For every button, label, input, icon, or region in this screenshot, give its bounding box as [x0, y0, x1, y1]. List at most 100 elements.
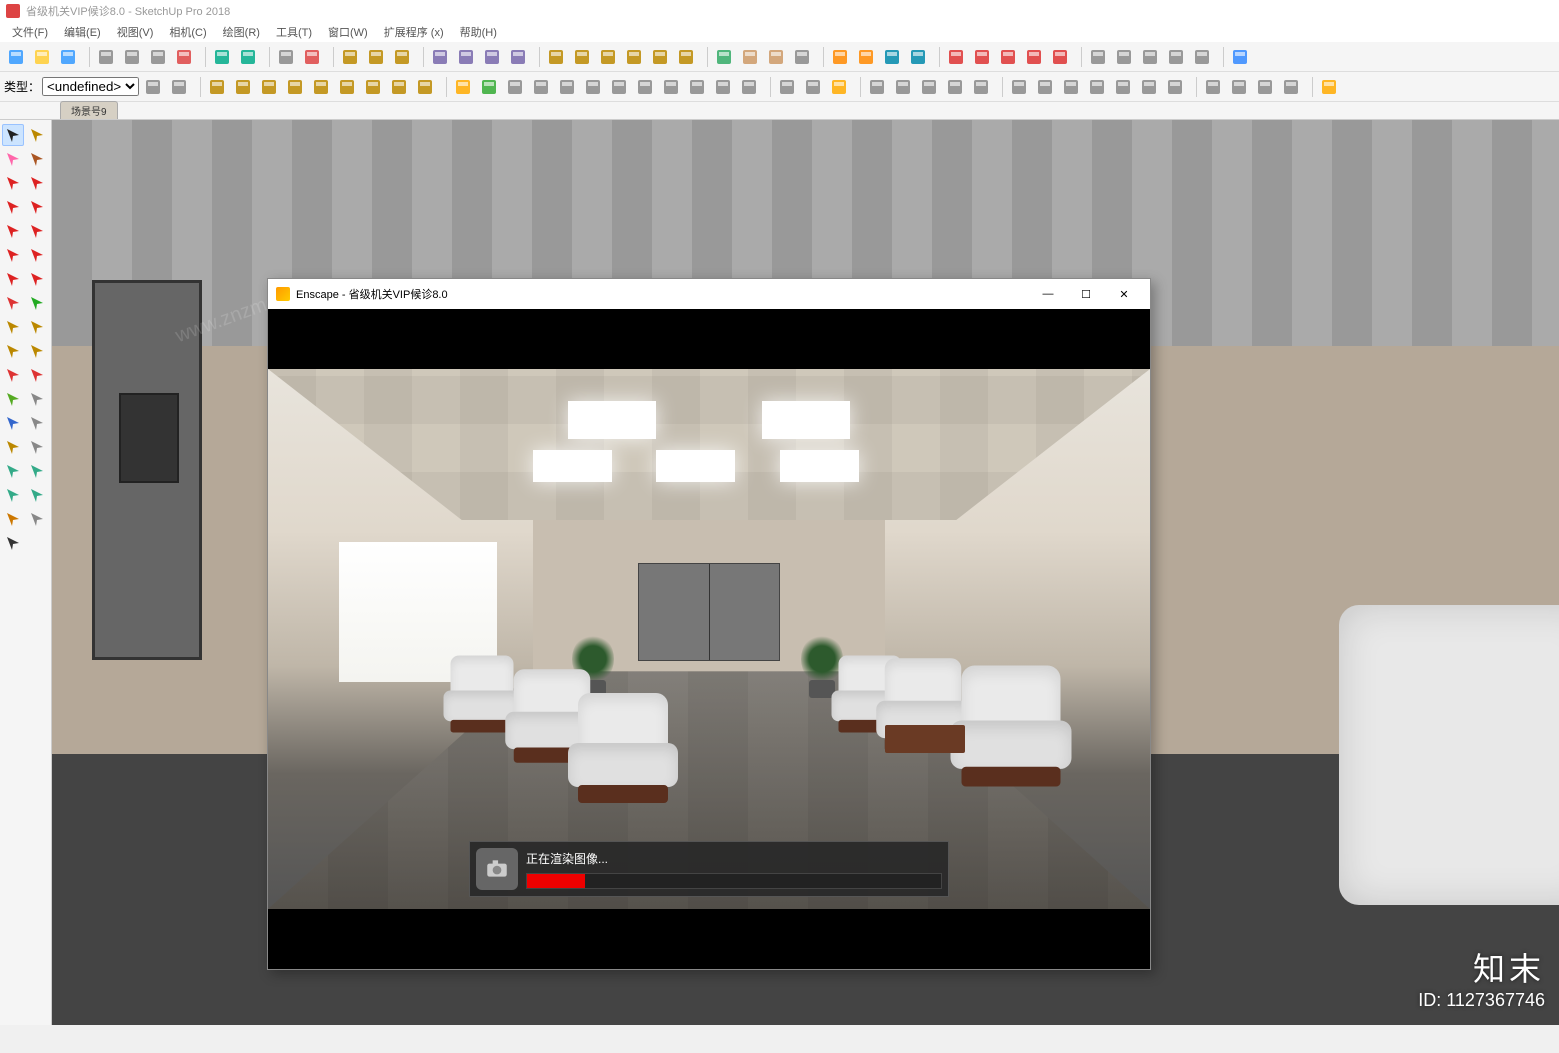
tb-v1[interactable]	[865, 75, 889, 99]
tb-cut[interactable]	[94, 45, 118, 69]
tool-push-pull[interactable]	[2, 316, 24, 338]
enscape-title-bar[interactable]: Enscape - 省级机关VIP候诊8.0 — ☐ ✕	[268, 279, 1150, 309]
tb-c1[interactable]	[828, 45, 852, 69]
tb-copy[interactable]	[120, 45, 144, 69]
enscape-viewport[interactable]: 正在渲染图像...	[268, 309, 1150, 969]
tb-s3[interactable]	[1059, 75, 1083, 99]
menu-绘图(R)[interactable]: 绘图(R)	[215, 22, 268, 42]
type-select[interactable]: <undefined>	[42, 77, 139, 96]
tb-house1[interactable]	[544, 45, 568, 69]
tb-logo[interactable]	[1228, 45, 1252, 69]
tool-polygon[interactable]	[26, 220, 48, 242]
tb-s7[interactable]	[1163, 75, 1187, 99]
menu-编辑(E)[interactable]: 编辑(E)	[56, 22, 109, 42]
menu-文件(F)[interactable]: 文件(F)	[4, 22, 56, 42]
tb-t-a[interactable]	[141, 75, 165, 99]
tool-freehand[interactable]	[26, 172, 48, 194]
menu-相机(C)[interactable]: 相机(C)	[161, 22, 214, 42]
tool-arc[interactable]	[2, 244, 24, 266]
tool-dimension[interactable]	[26, 412, 48, 434]
menu-窗口(W)[interactable]: 窗口(W)	[320, 22, 376, 42]
tb-g3[interactable]	[1253, 75, 1277, 99]
tool-stretch[interactable]	[26, 364, 48, 386]
tb-house2[interactable]	[570, 45, 594, 69]
tb-c2[interactable]	[854, 45, 878, 69]
tb-redo[interactable]	[236, 45, 260, 69]
tool-arc3[interactable]	[2, 268, 24, 290]
tb-comp2[interactable]	[454, 45, 478, 69]
tb-s4[interactable]	[1085, 75, 1109, 99]
tb-e1[interactable]	[451, 75, 475, 99]
menu-帮助(H)[interactable]: 帮助(H)	[452, 22, 505, 42]
tb-e5[interactable]	[555, 75, 579, 99]
tb-e2[interactable]	[477, 75, 501, 99]
tool-follow-me[interactable]	[26, 316, 48, 338]
tb-house5[interactable]	[648, 45, 672, 69]
tb-c5[interactable]	[944, 45, 968, 69]
tool-man[interactable]	[2, 508, 24, 530]
tb-print[interactable]	[274, 45, 298, 69]
tb-open[interactable]	[30, 45, 54, 69]
tb-c8[interactable]	[1022, 45, 1046, 69]
tb-s6[interactable]	[1137, 75, 1161, 99]
tb-cloud2[interactable]	[1112, 45, 1136, 69]
tb-house4[interactable]	[622, 45, 646, 69]
viewport[interactable]: 前部 www.znzmo.com www.znzmo.com Enscape -…	[52, 120, 1559, 1025]
tool-rectangle[interactable]	[2, 196, 24, 218]
tool-axes[interactable]	[2, 412, 24, 434]
tb-save[interactable]	[56, 45, 80, 69]
tb-m3[interactable]	[257, 75, 281, 99]
tool-paint[interactable]	[26, 148, 48, 170]
tool-zoom[interactable]	[2, 484, 24, 506]
enscape-window[interactable]: Enscape - 省级机关VIP候诊8.0 — ☐ ✕	[267, 278, 1151, 970]
tb-e7[interactable]	[607, 75, 631, 99]
tb-map[interactable]	[712, 45, 736, 69]
tool-protractor[interactable]	[26, 436, 48, 458]
maximize-button[interactable]: ☐	[1068, 282, 1104, 306]
tool-circle[interactable]	[2, 220, 24, 242]
tool-offset[interactable]	[26, 340, 48, 362]
tb-m4[interactable]	[283, 75, 307, 99]
tb-e8[interactable]	[633, 75, 657, 99]
menu-扩展程序 (x)[interactable]: 扩展程序 (x)	[376, 22, 452, 42]
tb-house6[interactable]	[674, 45, 698, 69]
tb-en[interactable]	[1317, 75, 1341, 99]
tb-model[interactable]	[300, 45, 324, 69]
tb-e11[interactable]	[711, 75, 735, 99]
menu-工具(T)[interactable]: 工具(T)	[268, 22, 320, 42]
tb-r2[interactable]	[801, 75, 825, 99]
tb-t-b[interactable]	[167, 75, 191, 99]
tool-leaf[interactable]	[2, 388, 24, 410]
tb-v2[interactable]	[891, 75, 915, 99]
tb-comp3[interactable]	[480, 45, 504, 69]
tb-c3[interactable]	[880, 45, 904, 69]
tb-cloud3[interactable]	[1138, 45, 1162, 69]
tb-e6[interactable]	[581, 75, 605, 99]
tb-box1[interactable]	[338, 45, 362, 69]
tb-e10[interactable]	[685, 75, 709, 99]
tool-rotated-rect[interactable]	[26, 196, 48, 218]
tb-g1[interactable]	[1201, 75, 1225, 99]
tb-c7[interactable]	[996, 45, 1020, 69]
tb-r3[interactable]	[827, 75, 851, 99]
tb-cloud4[interactable]	[1164, 45, 1188, 69]
tb-tag[interactable]	[738, 45, 762, 69]
tb-delete[interactable]	[172, 45, 196, 69]
tool-walk[interactable]	[2, 532, 24, 554]
tb-s5[interactable]	[1111, 75, 1135, 99]
tool-line[interactable]	[2, 172, 24, 194]
tb-m8[interactable]	[387, 75, 411, 99]
tb-undo[interactable]	[210, 45, 234, 69]
tool-orbit[interactable]	[2, 460, 24, 482]
tb-c9[interactable]	[1048, 45, 1072, 69]
tb-house3[interactable]	[596, 45, 620, 69]
tb-e12[interactable]	[737, 75, 761, 99]
tb-m6[interactable]	[335, 75, 359, 99]
tb-person[interactable]	[764, 45, 788, 69]
tool-rotate[interactable]	[2, 364, 24, 386]
tb-v4[interactable]	[943, 75, 967, 99]
tb-m5[interactable]	[309, 75, 333, 99]
tb-m2[interactable]	[231, 75, 255, 99]
tb-comp1[interactable]	[428, 45, 452, 69]
tool-scale[interactable]	[2, 340, 24, 362]
